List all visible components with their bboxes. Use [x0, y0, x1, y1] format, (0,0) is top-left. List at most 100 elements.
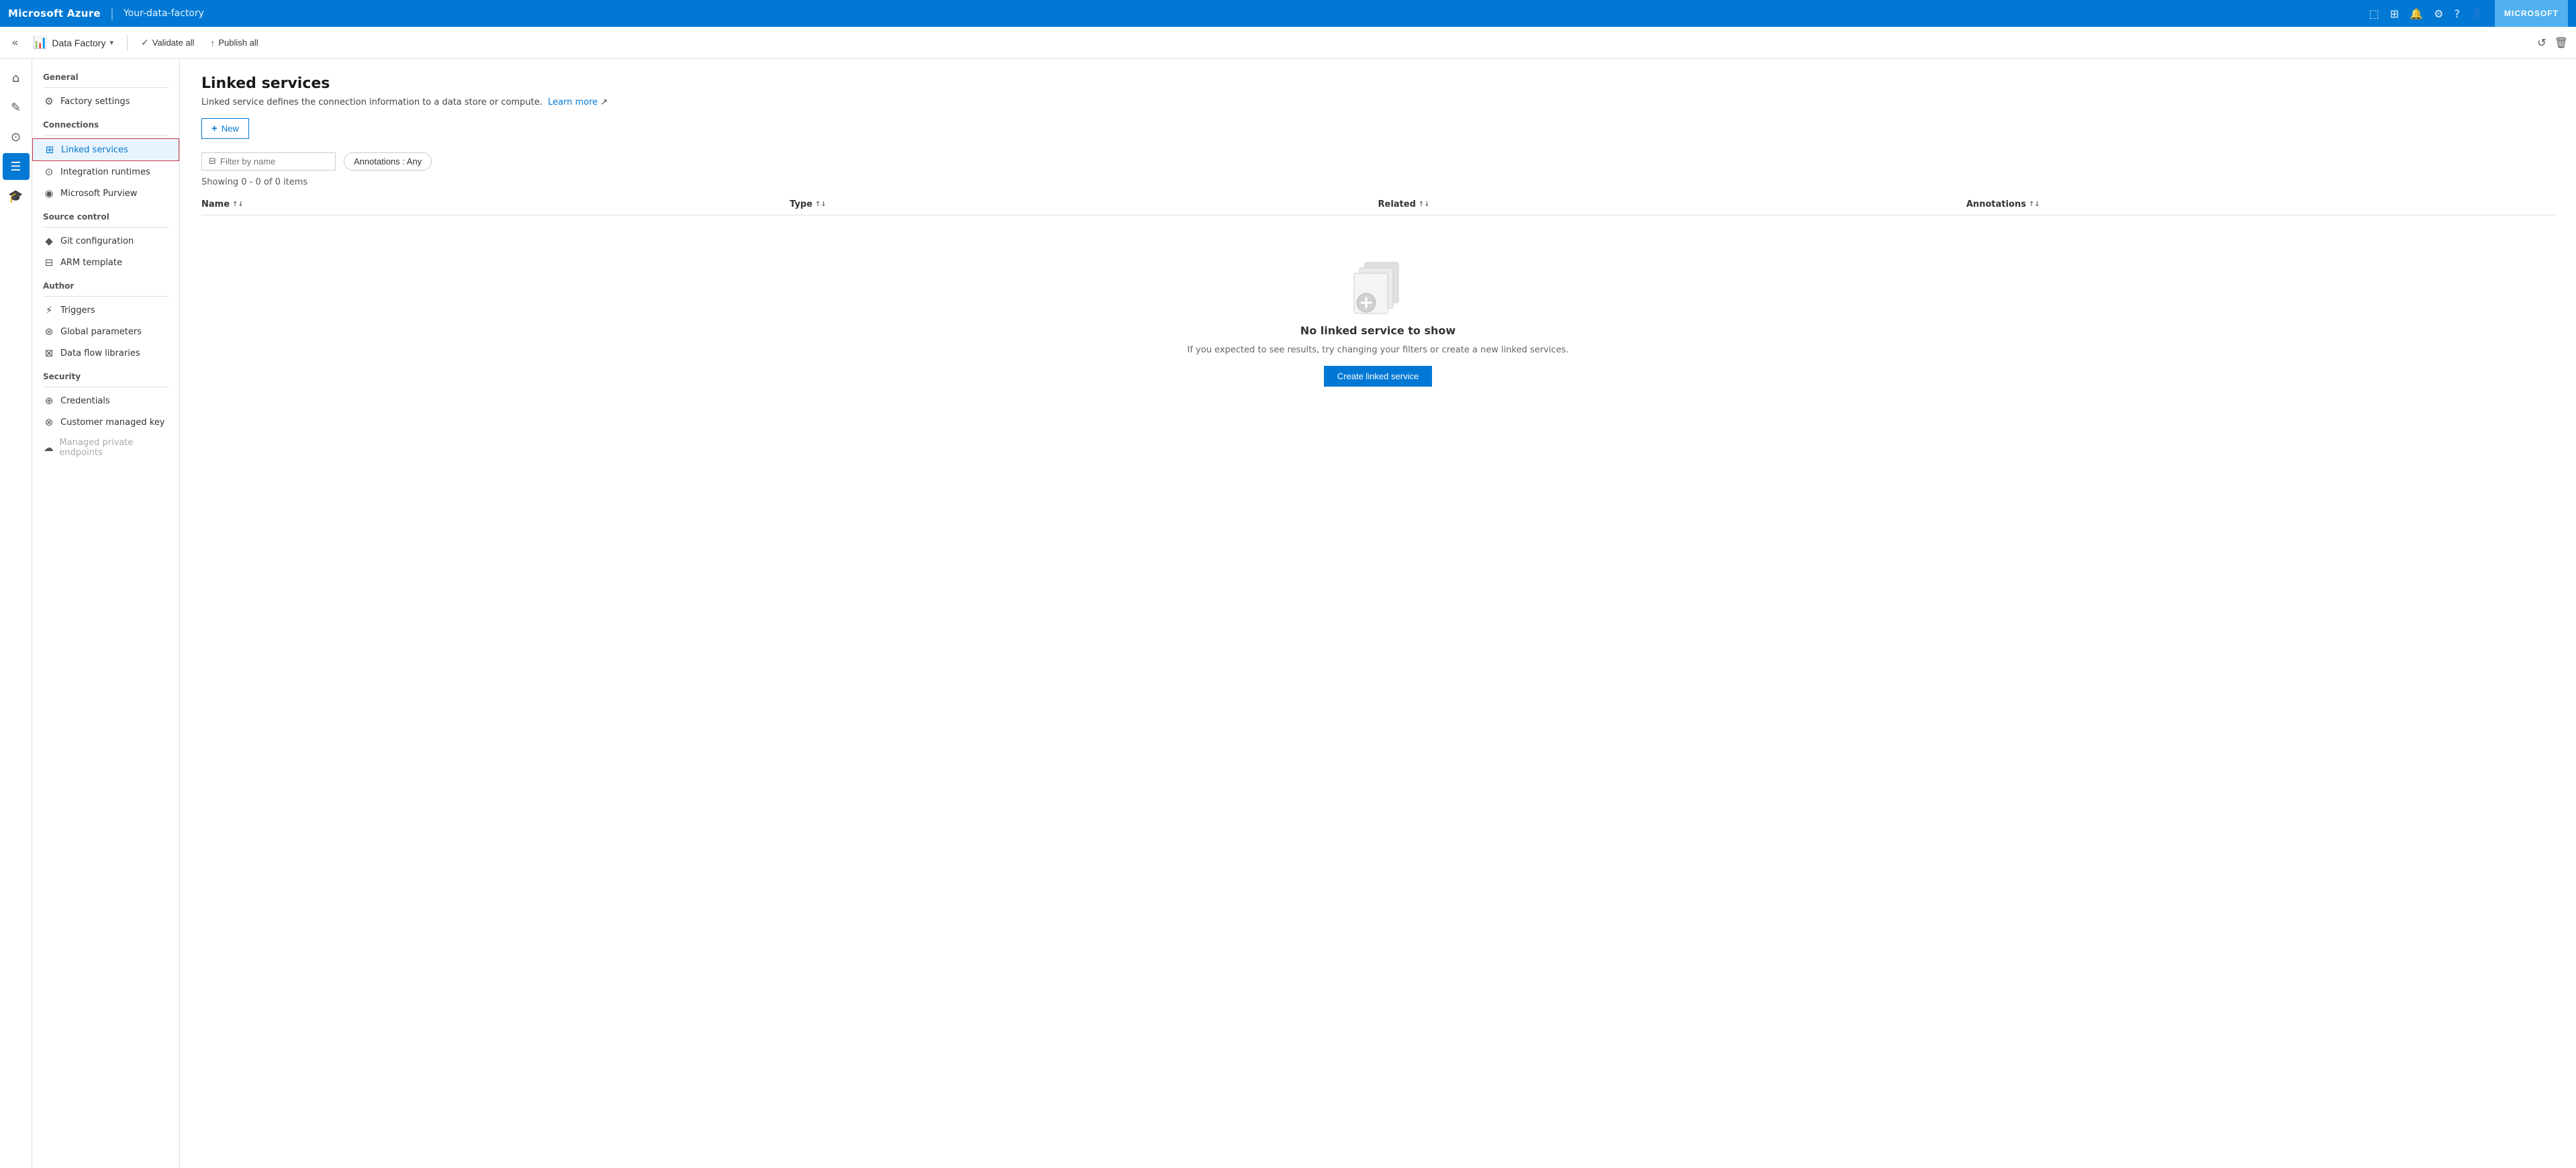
nav-item-managed-private-endpoints: ☁ Managed private endpoints	[32, 433, 179, 463]
validate-all-button[interactable]: ✓ Validate all	[136, 34, 199, 51]
nav-sidebar: General ⚙ Factory settings Connections ⊞…	[32, 59, 180, 1168]
sidebar-icon-monitor[interactable]: ⊙	[3, 124, 30, 150]
refresh-icon[interactable]: ↺	[2537, 36, 2546, 49]
triggers-icon: ⚡	[43, 304, 55, 316]
arm-template-icon: ⊟	[43, 256, 55, 269]
col-header-related[interactable]: Related ↑↓	[1378, 199, 1966, 209]
git-icon: ◆	[43, 235, 55, 247]
global-params-icon: ⊛	[43, 326, 55, 338]
brand-label: Microsoft Azure	[8, 7, 101, 19]
nav-item-triggers[interactable]: ⚡ Triggers	[32, 299, 179, 321]
publish-all-button[interactable]: ↑ Publish all	[205, 35, 263, 51]
icon-sidebar: ⌂ ✎ ⊙ ☰ 🎓	[0, 59, 32, 1168]
empty-state-description: If you expected to see results, try chan…	[1188, 345, 1569, 355]
nav-divider-general	[43, 87, 169, 88]
global-parameters-label: Global parameters	[60, 327, 142, 337]
private-endpoints-icon: ☁	[43, 442, 54, 454]
cloud-shell-icon[interactable]: ⬚	[2369, 7, 2379, 20]
notifications-icon[interactable]: 🔔	[2410, 7, 2423, 20]
security-section-header: Security	[32, 364, 179, 384]
collapse-sidebar-button[interactable]: «	[8, 34, 22, 52]
nav-item-arm-template[interactable]: ⊟ ARM template	[32, 252, 179, 273]
linked-services-label: Linked services	[61, 145, 128, 155]
nav-item-git-configuration[interactable]: ◆ Git configuration	[32, 230, 179, 252]
sidebar-icon-author[interactable]: ✎	[3, 94, 30, 121]
account-icon[interactable]: 👤	[2471, 7, 2484, 20]
data-flow-libraries-label: Data flow libraries	[60, 348, 140, 358]
filter-row: ⊟ Annotations : Any	[201, 152, 2555, 171]
directory-icon[interactable]: ⊞	[2390, 7, 2399, 20]
content-area: Linked services Linked service defines t…	[180, 59, 2576, 1168]
key-icon: ⊗	[43, 416, 55, 428]
data-factory-button[interactable]: 📊 Data Factory ▾	[28, 33, 119, 52]
plus-icon: +	[211, 123, 218, 134]
nav-item-linked-services[interactable]: ⊞ Linked services	[32, 138, 179, 161]
triggers-label: Triggers	[60, 305, 95, 315]
nav-divider-author	[43, 296, 169, 297]
factory-settings-icon: ⚙	[43, 95, 55, 107]
empty-state: No linked service to show If you expecte…	[201, 215, 2555, 413]
microsoft-purview-label: Microsoft Purview	[60, 189, 137, 199]
arm-template-label: ARM template	[60, 258, 122, 268]
sort-name-icon: ↑↓	[232, 201, 244, 208]
settings-icon[interactable]: ⚙	[2434, 7, 2443, 20]
create-linked-service-button[interactable]: Create linked service	[1324, 366, 1432, 387]
toolbar-right-icons: ↺ 🗑	[2537, 36, 2568, 49]
nav-item-integration-runtimes[interactable]: ⊙ Integration runtimes	[32, 161, 179, 183]
page-title: Linked services	[201, 75, 2555, 92]
chevron-down-icon: ▾	[109, 38, 113, 47]
nav-item-data-flow-libraries[interactable]: ⊠ Data flow libraries	[32, 342, 179, 364]
col-header-name[interactable]: Name ↑↓	[201, 199, 790, 209]
help-icon[interactable]: ?	[2454, 7, 2461, 20]
customer-managed-key-label: Customer managed key	[60, 418, 165, 428]
learn-more-link[interactable]: Learn more	[548, 97, 598, 107]
sort-related-icon: ↑↓	[1419, 201, 1430, 208]
nav-item-global-parameters[interactable]: ⊛ Global parameters	[32, 321, 179, 342]
annotations-button[interactable]: Annotations : Any	[344, 152, 432, 171]
nav-item-customer-managed-key[interactable]: ⊗ Customer managed key	[32, 411, 179, 433]
credentials-icon: ⊕	[43, 395, 55, 407]
top-bar-left: Microsoft Azure | Your-data-factory	[8, 7, 2369, 21]
sort-annotations-icon: ↑↓	[2029, 201, 2040, 208]
discard-icon[interactable]: 🗑	[2555, 36, 2568, 49]
table-header: Name ↑↓ Type ↑↓ Related ↑↓ Annotations ↑…	[201, 194, 2555, 215]
empty-state-title: No linked service to show	[1300, 324, 1456, 337]
data-factory-icon: 📊	[33, 36, 48, 50]
page-description: Linked service defines the connection in…	[201, 97, 2555, 107]
filter-input-wrap: ⊟	[201, 152, 336, 171]
sidebar-icon-manage[interactable]: ☰	[3, 153, 30, 180]
validate-icon: ✓	[141, 37, 149, 48]
user-account-button[interactable]: MICROSOFT	[2495, 0, 2568, 27]
data-flow-icon: ⊠	[43, 347, 55, 359]
top-bar-icons: ⬚ ⊞ 🔔 ⚙ ? 👤 MICROSOFT	[2369, 0, 2568, 27]
data-factory-label: Data Factory	[52, 38, 105, 48]
top-bar-separator: |	[110, 7, 114, 21]
nav-divider-connections	[43, 135, 169, 136]
general-section-header: General	[32, 64, 179, 85]
author-section-header: Author	[32, 273, 179, 293]
filter-by-name-input[interactable]	[220, 156, 314, 166]
toolbar: « 📊 Data Factory ▾ ✓ Validate all ↑ Publ…	[0, 27, 2576, 59]
showing-text: Showing 0 - 0 of 0 items	[201, 177, 2555, 187]
filter-icon: ⊟	[209, 156, 216, 166]
factory-settings-label: Factory settings	[60, 97, 130, 107]
managed-private-endpoints-label: Managed private endpoints	[59, 438, 169, 458]
credentials-label: Credentials	[60, 396, 110, 406]
git-configuration-label: Git configuration	[60, 236, 134, 246]
linked-services-icon: ⊞	[44, 144, 56, 156]
main-layout: ⌂ ✎ ⊙ ☰ 🎓 General ⚙ Factory settings Con…	[0, 59, 2576, 1168]
sidebar-icon-home[interactable]: ⌂	[3, 64, 30, 91]
col-header-type[interactable]: Type ↑↓	[790, 199, 1378, 209]
nav-item-microsoft-purview[interactable]: ◉ Microsoft Purview	[32, 183, 179, 204]
nav-divider-source	[43, 227, 169, 228]
nav-item-factory-settings[interactable]: ⚙ Factory settings	[32, 91, 179, 112]
publish-icon: ↑	[210, 38, 215, 48]
purview-icon: ◉	[43, 187, 55, 199]
col-header-annotations[interactable]: Annotations ↑↓	[1966, 199, 2555, 209]
empty-state-graphic	[1345, 256, 1412, 316]
connections-section-header: Connections	[32, 112, 179, 132]
sidebar-icon-learn[interactable]: 🎓	[3, 183, 30, 209]
nav-item-credentials[interactable]: ⊕ Credentials	[32, 390, 179, 411]
sort-type-icon: ↑↓	[815, 201, 826, 208]
new-button[interactable]: + New	[201, 118, 249, 139]
